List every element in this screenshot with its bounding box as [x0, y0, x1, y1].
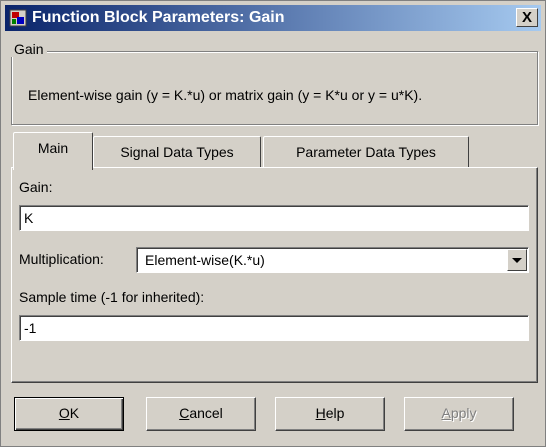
dropdown-button[interactable] — [507, 249, 527, 271]
cancel-button-label: ancel — [189, 405, 223, 421]
dialog-window: Function Block Parameters: Gain X Gain E… — [0, 0, 546, 447]
tab-parameter-data-types-label: Parameter Data Types — [296, 144, 436, 160]
multiplication-label: Multiplication: — [19, 251, 104, 267]
multiplication-select[interactable]: Element-wise(K.*u) — [136, 247, 529, 273]
cancel-button-mnemonic: C — [179, 405, 190, 421]
apply-button-mnemonic: A — [441, 405, 451, 421]
cancel-button[interactable]: Cancel — [146, 397, 256, 431]
help-button-mnemonic: H — [315, 405, 326, 421]
title-bar[interactable]: Function Block Parameters: Gain X — [5, 5, 541, 31]
sample-time-label: Sample time (-1 for inherited): — [19, 289, 205, 305]
close-button[interactable]: X — [516, 8, 538, 27]
ok-button-label: K — [69, 405, 80, 421]
sample-time-input[interactable]: -1 — [19, 315, 529, 341]
simulink-block-icon — [9, 9, 27, 27]
window-title: Function Block Parameters: Gain — [32, 9, 285, 26]
apply-button[interactable]: Apply — [404, 397, 514, 431]
main-tab-panel — [11, 167, 538, 383]
gain-label: Gain: — [19, 179, 53, 195]
groupbox-legend: Gain — [11, 41, 47, 57]
apply-button-label: pply — [450, 405, 477, 421]
block-description: Element-wise gain (y = K.*u) or matrix g… — [28, 87, 423, 103]
tab-signal-data-types-label: Signal Data Types — [120, 144, 234, 160]
close-icon: X — [521, 9, 532, 26]
tab-main[interactable]: Main — [13, 132, 93, 170]
multiplication-selected-value: Element-wise(K.*u) — [145, 252, 265, 268]
help-button-label: elp — [325, 405, 345, 421]
gain-input[interactable]: K — [19, 205, 529, 231]
tab-parameter-data-types[interactable]: Parameter Data Types — [263, 136, 469, 168]
tab-signal-data-types[interactable]: Signal Data Types — [93, 136, 261, 168]
tab-main-label: Main — [37, 140, 69, 156]
help-button[interactable]: Help — [275, 397, 385, 431]
ok-button[interactable]: OK — [14, 397, 124, 431]
chevron-down-icon — [512, 258, 522, 263]
ok-button-mnemonic: O — [58, 405, 70, 421]
